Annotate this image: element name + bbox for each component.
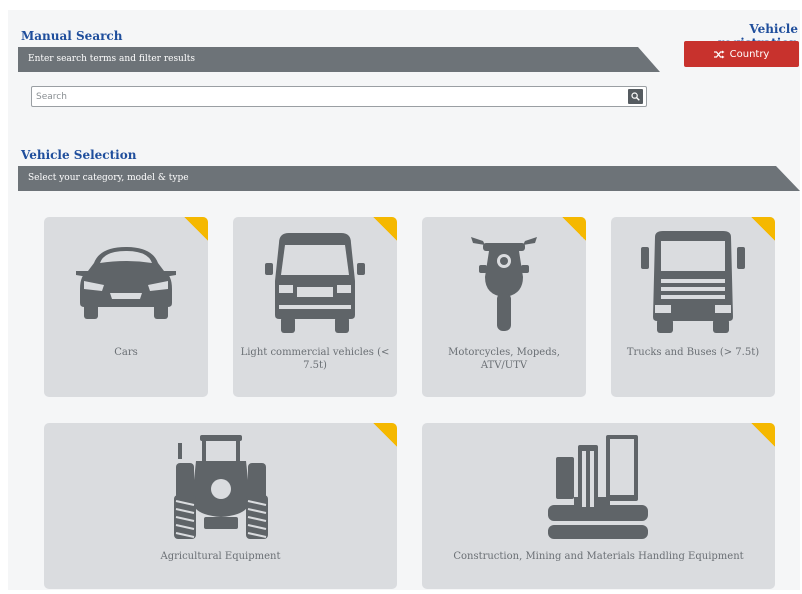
tractor-icon [174,435,268,539]
excavator-icon [548,435,648,539]
search-field [31,86,647,107]
category-label: Light commercial vehicles (< 7.5t) [240,347,390,371]
category-card-cars[interactable]: Cars [44,217,208,397]
search-icon [631,92,640,101]
category-card-light-commercial[interactable]: Light commercial vehicles (< 7.5t) [233,217,397,397]
manual-search-title: Manual Search [21,29,123,43]
truck-icon [641,231,745,333]
vehicle-selection-title: Vehicle Selection [21,148,137,162]
corner-badge [373,423,397,447]
country-button[interactable]: Country [684,41,799,67]
category-card-agricultural[interactable]: Agricultural Equipment [44,423,397,589]
category-card-construction[interactable]: Construction, Mining and Materials Handl… [422,423,775,589]
category-label: Motorcycles, Mopeds, ATV/UTV [448,347,560,371]
category-label: Construction, Mining and Materials Handl… [453,551,744,562]
category-card-motorcycles[interactable]: Motorcycles, Mopeds, ATV/UTV [422,217,586,397]
motorcycle-icon [471,237,537,331]
category-card-trucks[interactable]: Trucks and Buses (> 7.5t) [611,217,775,397]
corner-badge [562,217,586,241]
van-icon [265,233,365,333]
corner-badge [184,217,208,241]
manual-search-banner-text: Enter search terms and filter results [28,54,195,64]
category-label: Trucks and Buses (> 7.5t) [626,347,760,358]
search-input[interactable] [36,89,616,104]
corner-badge [373,217,397,241]
car-icon [76,247,176,319]
vehicle-selection-banner-text: Select your category, model & type [28,173,189,183]
manual-search-banner: Enter search terms and filter results [18,47,660,72]
category-label: Agricultural Equipment [160,551,281,562]
country-button-label: Country [729,48,770,60]
vehicle-selection-banner: Select your category, model & type [18,166,800,191]
corner-badge [751,423,775,447]
corner-badge [751,217,775,241]
search-button[interactable] [628,89,643,104]
shuffle-icon [713,50,725,58]
category-label: Cars [114,347,138,358]
